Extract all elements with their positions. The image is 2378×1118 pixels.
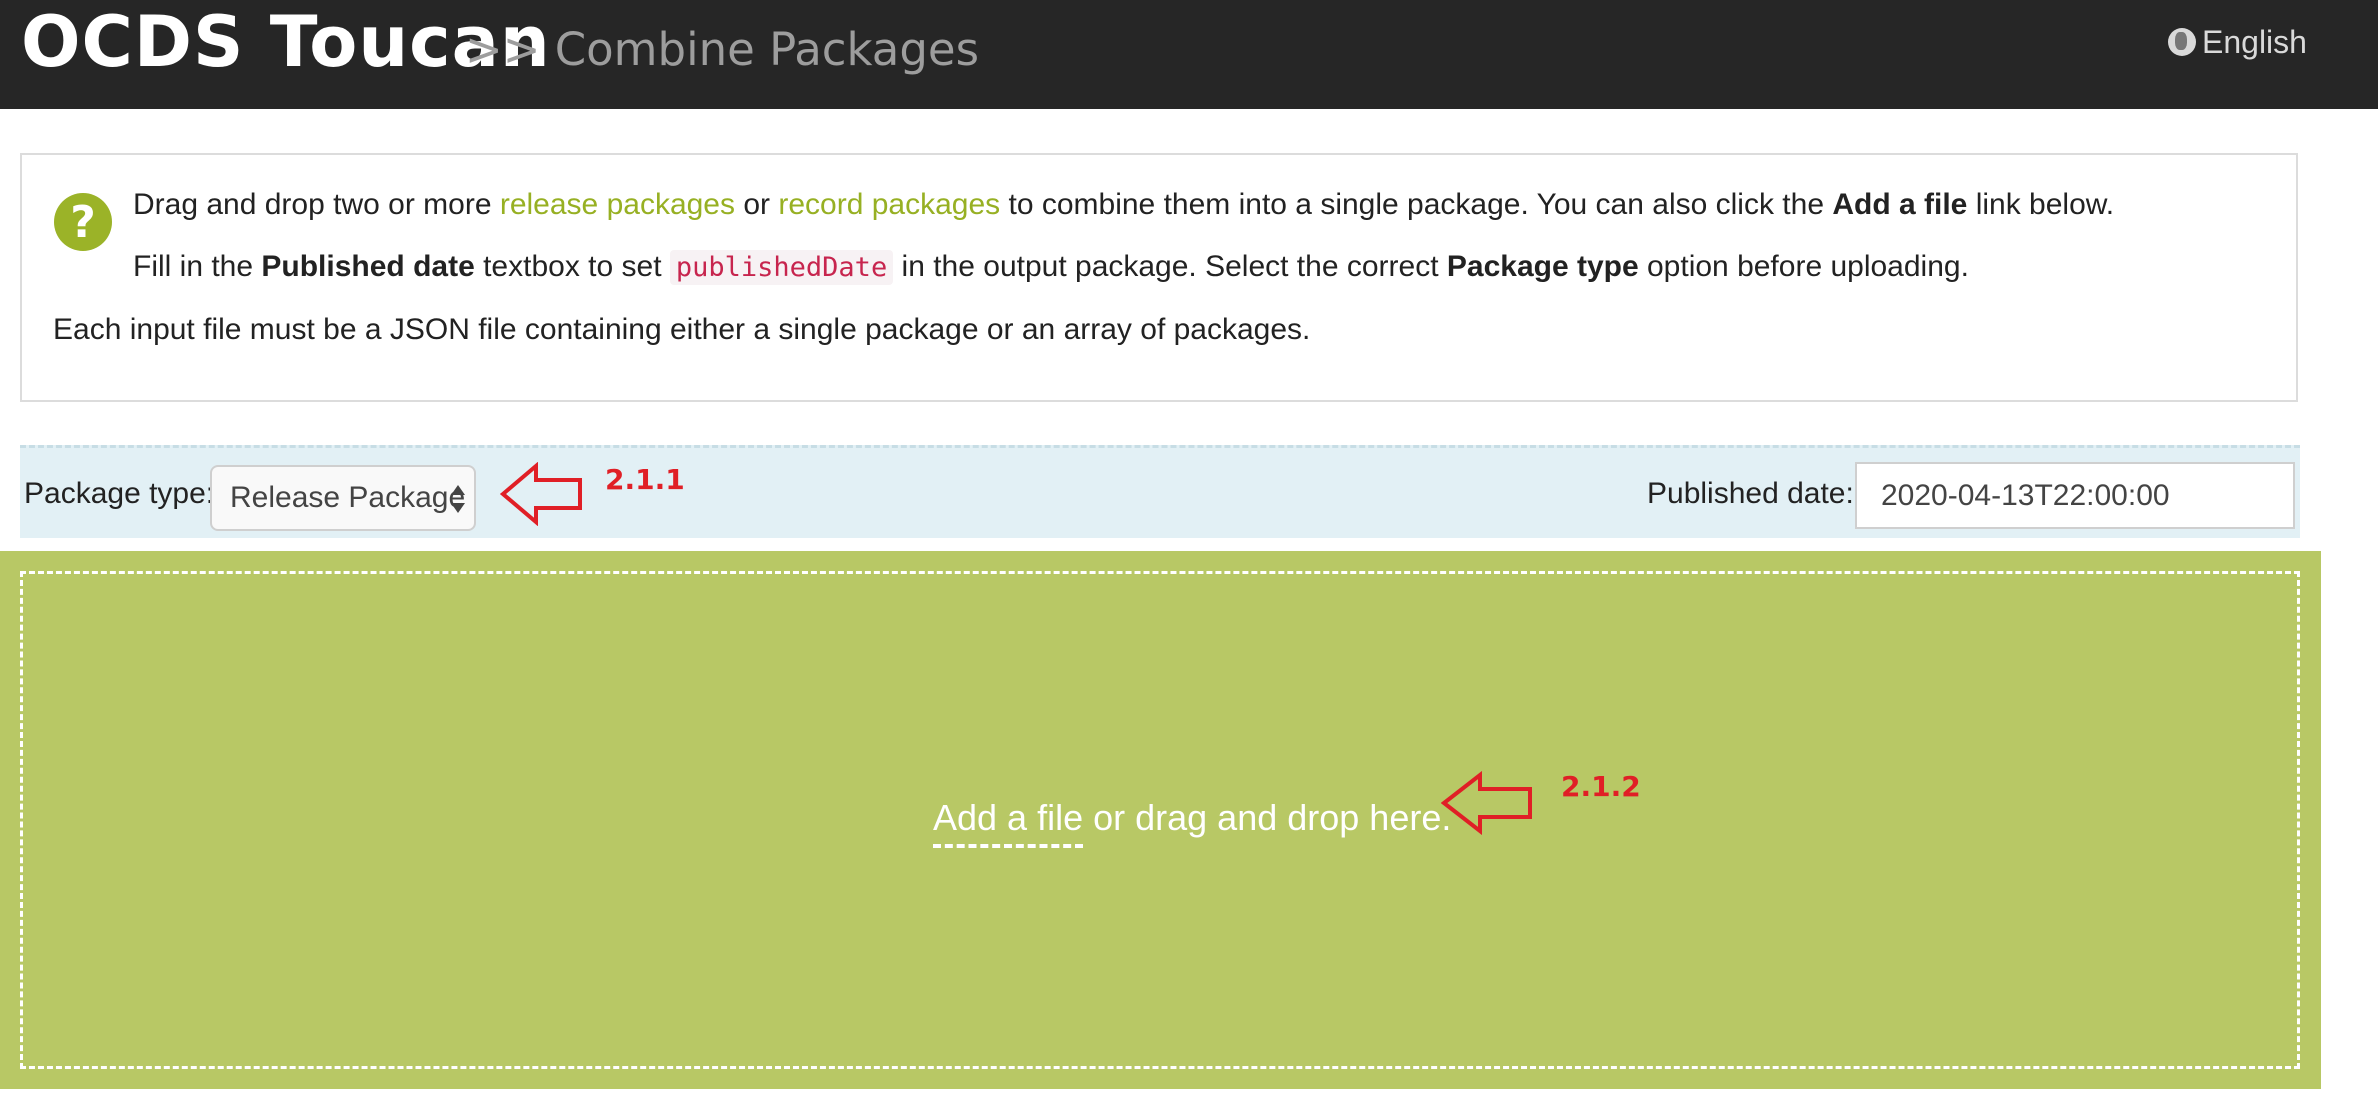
help-text: to combine them into a single package. Y…	[1000, 188, 1833, 221]
globe-icon	[2168, 28, 2196, 56]
help-text: in the output package. Select the correc…	[893, 250, 1447, 283]
help-bold-text: Published date	[261, 250, 475, 283]
dropzone-text: Add a file or drag and drop here.	[933, 796, 1452, 848]
help-text: link below.	[1967, 188, 2115, 221]
help-text: textbox to set	[474, 250, 670, 283]
package-type-select[interactable]: Release Package	[210, 465, 476, 531]
published-date-input[interactable]	[1855, 462, 2295, 529]
record-packages-link[interactable]: record packages	[778, 188, 1000, 221]
annotation-arrow-icon	[500, 462, 582, 526]
help-text: Drag and drop two or more	[133, 188, 500, 221]
dropzone-border: Add a file or drag and drop here.	[20, 571, 2300, 1069]
package-type-value: Release Package	[230, 481, 466, 514]
question-icon: ?	[54, 193, 112, 251]
breadcrumb: >> Combine Packages	[465, 23, 980, 76]
help-bold-text: Add a file	[1832, 188, 1968, 221]
dropzone-hint: or drag and drop here.	[1083, 797, 1452, 838]
annotation-label-2-1-1: 2.1.1	[605, 463, 685, 496]
help-text: Fill in the	[133, 250, 262, 283]
help-text: option before uploading.	[1638, 250, 1969, 283]
annotation-label-2-1-2: 2.1.2	[1561, 770, 1641, 803]
help-line-3: Each input file must be a JSON file cont…	[53, 313, 1311, 346]
help-line-1: Drag and drop two or more release packag…	[133, 185, 2114, 225]
help-line-2: Fill in the Published date textbox to se…	[133, 247, 1969, 288]
package-type-label: Package type:	[24, 477, 215, 510]
select-arrows-icon	[450, 485, 466, 513]
options-bar: Package type: Release Package Published …	[20, 445, 2300, 538]
language-selector[interactable]: English	[2168, 22, 2307, 62]
release-packages-link[interactable]: release packages	[500, 188, 735, 221]
help-panel: ? Drag and drop two or more release pack…	[20, 153, 2298, 402]
help-bold-text: Package type	[1446, 250, 1639, 283]
help-text: or	[735, 188, 779, 221]
top-navbar: OCDS Toucan >> Combine Packages English	[0, 0, 2378, 109]
help-code: publishedDate	[669, 250, 894, 285]
published-date-label: Published date:	[1647, 477, 1854, 510]
annotation-arrow-icon	[1441, 771, 1532, 835]
file-dropzone[interactable]: Add a file or drag and drop here.	[0, 551, 2321, 1089]
add-file-link[interactable]: Add a file	[933, 797, 1084, 848]
language-label: English	[2202, 24, 2307, 60]
